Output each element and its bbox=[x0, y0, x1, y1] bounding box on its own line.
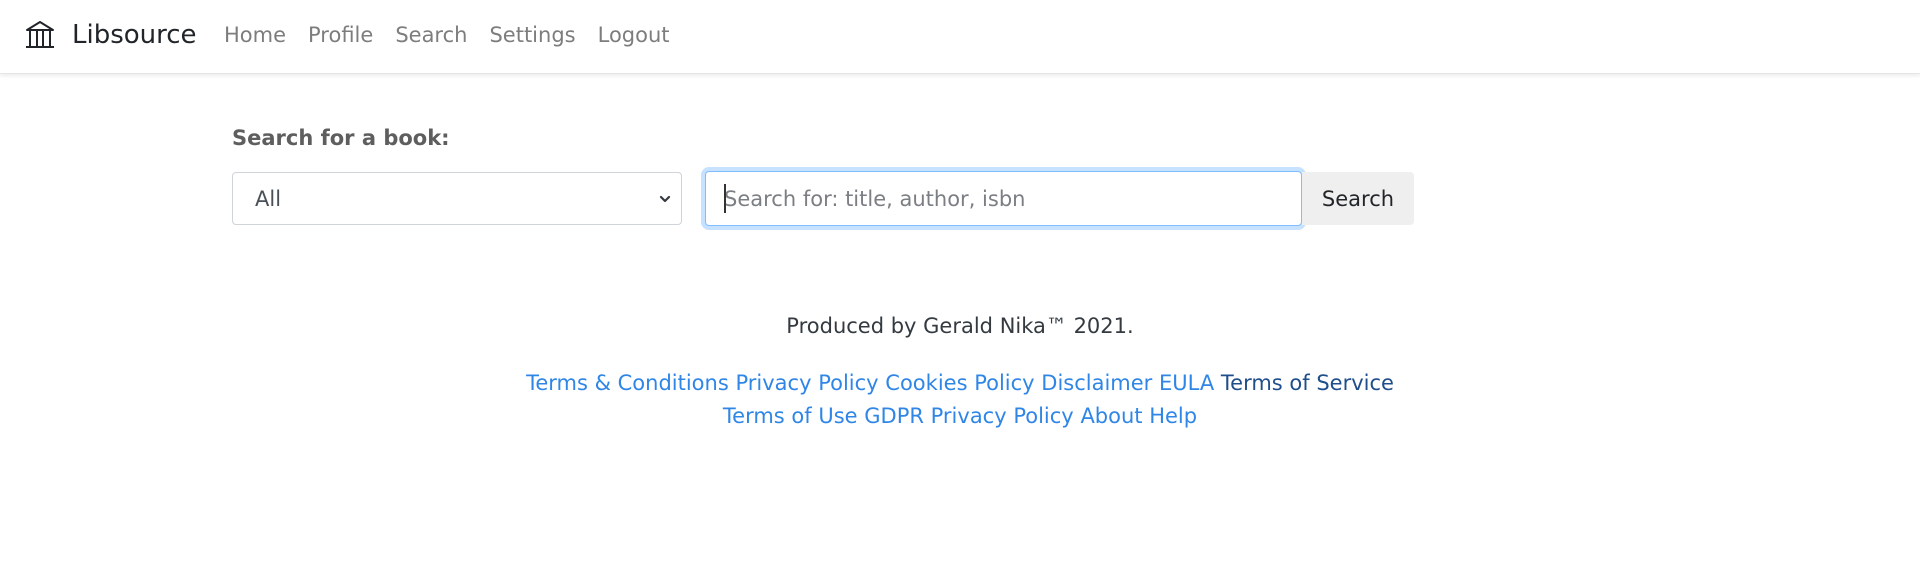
top-navbar: Libsource Home Profile Search Settings L… bbox=[0, 0, 1920, 74]
footer-links: Terms & Conditions Privacy Policy Cookie… bbox=[500, 367, 1420, 433]
category-selected-value: All bbox=[255, 186, 282, 211]
chevron-down-icon bbox=[655, 188, 675, 210]
nav-profile[interactable]: Profile bbox=[308, 23, 373, 47]
brand-name: Libsource bbox=[72, 20, 197, 50]
category-select[interactable]: All bbox=[232, 172, 682, 225]
footer-link-disclaimer[interactable]: Disclaimer bbox=[1041, 371, 1152, 395]
nav-logout[interactable]: Logout bbox=[598, 23, 670, 47]
nav-search[interactable]: Search bbox=[395, 23, 467, 47]
footer-credit: Produced by Gerald Nika™ 2021. bbox=[786, 314, 1134, 338]
footer-link-privacy-policy[interactable]: Privacy Policy bbox=[735, 371, 878, 395]
search-input[interactable] bbox=[705, 171, 1302, 226]
footer-link-gdpr-privacy-policy[interactable]: GDPR Privacy Policy bbox=[864, 404, 1074, 428]
library-building-icon bbox=[24, 19, 56, 51]
footer-link-about[interactable]: About bbox=[1080, 404, 1142, 428]
search-label: Search for a book: bbox=[232, 126, 450, 150]
main-nav: Home Profile Search Settings Logout bbox=[224, 0, 692, 70]
nav-settings[interactable]: Settings bbox=[489, 23, 575, 47]
footer-link-help[interactable]: Help bbox=[1149, 404, 1197, 428]
search-button[interactable]: Search bbox=[1302, 172, 1414, 225]
footer-link-terms-of-service[interactable]: Terms of Service bbox=[1221, 371, 1394, 395]
footer-link-terms-conditions[interactable]: Terms & Conditions bbox=[526, 371, 729, 395]
brand-link[interactable]: Libsource bbox=[24, 0, 197, 70]
footer-link-cookies-policy[interactable]: Cookies Policy bbox=[885, 371, 1034, 395]
footer-link-eula[interactable]: EULA bbox=[1159, 371, 1214, 395]
text-caret bbox=[724, 184, 726, 213]
footer-link-terms-of-use[interactable]: Terms of Use bbox=[723, 404, 858, 428]
nav-home[interactable]: Home bbox=[224, 23, 286, 47]
